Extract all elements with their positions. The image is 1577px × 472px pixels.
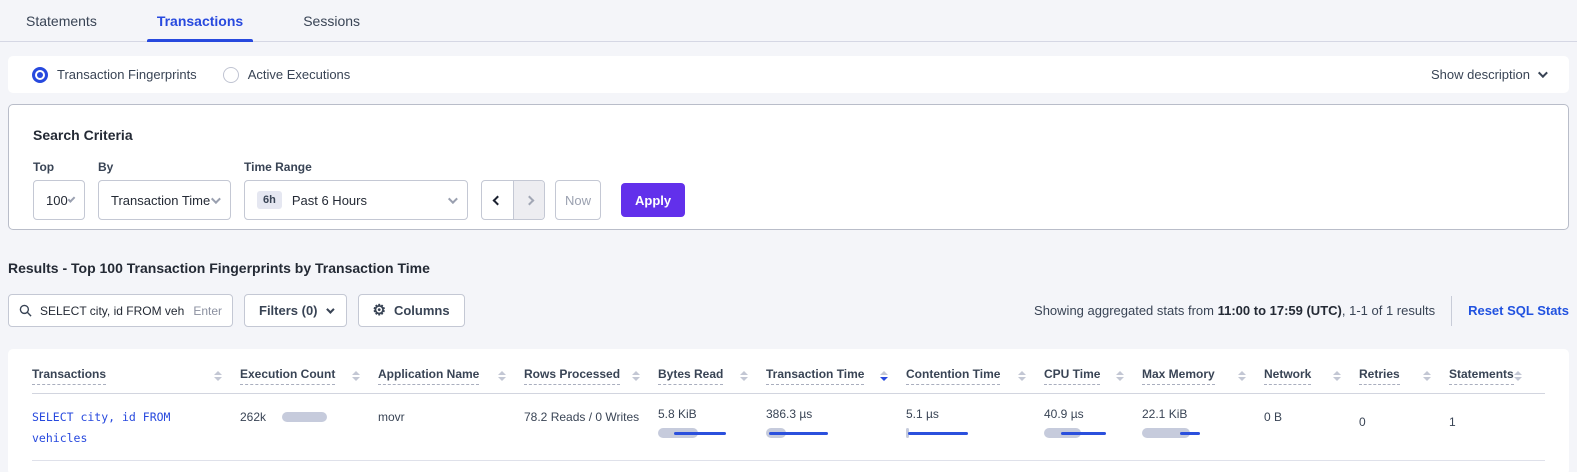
cell-application-name: movr (378, 407, 524, 424)
column-header-transaction-time: Transaction Time (766, 367, 906, 385)
time-range-prev-button[interactable] (482, 181, 513, 219)
radio-active-executions[interactable]: Active Executions (223, 67, 351, 83)
top-select-value: 100 (46, 193, 68, 208)
filters-button[interactable]: Filters (0) (244, 294, 347, 327)
search-input[interactable] (40, 304, 185, 318)
sort-icon[interactable] (352, 371, 360, 381)
sort-icon[interactable] (740, 371, 748, 381)
enter-hint: Enter (193, 304, 222, 318)
search-box[interactable]: Enter (8, 294, 233, 327)
chevron-down-icon (326, 305, 334, 313)
chevron-left-icon (493, 195, 503, 205)
search-criteria-title: Search Criteria (33, 127, 1544, 143)
sort-icon-active[interactable] (880, 371, 888, 381)
chevron-down-icon (448, 194, 458, 204)
column-header-execution-count: Execution Count (240, 367, 378, 385)
column-header-transactions: Transactions (32, 367, 240, 385)
sort-icon[interactable] (1116, 371, 1124, 381)
execution-count-bar (282, 411, 328, 423)
transactions-table-card: Transactions Execution Count Application… (8, 349, 1569, 472)
sort-icon[interactable] (1018, 371, 1026, 381)
time-range-field: Time Range 6h Past 6 Hours (244, 160, 468, 220)
radio-label: Transaction Fingerprints (57, 67, 197, 82)
by-label: By (98, 160, 231, 174)
columns-button[interactable]: ⚙ Columns (358, 294, 465, 327)
search-criteria-card: Search Criteria Top 100 By Transaction T… (8, 104, 1569, 230)
sort-icon[interactable] (1423, 371, 1431, 381)
search-criteria-controls: Top 100 By Transaction Time Time Range 6… (33, 160, 1544, 220)
table-header-row: Transactions Execution Count Application… (32, 355, 1545, 394)
time-range-next-button[interactable] (513, 181, 544, 219)
cell-cpu-time: 40.9 µs (1044, 407, 1142, 427)
divider (1451, 296, 1452, 326)
top-label: Top (33, 160, 85, 174)
column-header-cpu-time: CPU Time (1044, 367, 1142, 385)
by-select-value: Transaction Time (111, 193, 210, 208)
radio-selected-icon (32, 67, 48, 83)
sort-icon[interactable] (1333, 371, 1341, 381)
filters-label: Filters (0) (259, 303, 318, 318)
sort-icon[interactable] (498, 371, 506, 381)
table-row: SELECT city, id FROM vehicles 262k movr … (32, 394, 1545, 461)
tab-statements[interactable]: Statements (24, 3, 99, 41)
column-header-contention-time: Contention Time (906, 367, 1044, 385)
cell-transactions: SELECT city, id FROM vehicles (32, 407, 240, 448)
sql-activity-tabbar: Statements Transactions Sessions (0, 0, 1577, 42)
top-field: Top 100 (33, 160, 85, 220)
show-description-toggle[interactable]: Show description (1431, 67, 1545, 82)
stats-area: Showing aggregated stats from 11:00 to 1… (1034, 296, 1569, 326)
time-range-select[interactable]: 6h Past 6 Hours (244, 180, 468, 220)
sort-icon[interactable] (632, 371, 640, 381)
search-icon (19, 304, 32, 317)
results-controls-row: Enter Filters (0) ⚙ Columns Showing aggr… (8, 294, 1569, 327)
column-header-bytes-read: Bytes Read (658, 367, 766, 385)
cell-rows-processed: 78.2 Reads / 0 Writes (524, 407, 658, 424)
column-header-max-memory: Max Memory (1142, 367, 1264, 385)
show-description-label: Show description (1431, 67, 1530, 82)
time-range-value: Past 6 Hours (292, 193, 367, 208)
by-select[interactable]: Transaction Time (98, 180, 231, 220)
view-toggle-group: Transaction Fingerprints Active Executio… (32, 67, 350, 83)
column-header-network: Network (1264, 367, 1359, 385)
chevron-right-icon (524, 195, 534, 205)
transaction-fingerprint-link[interactable]: SELECT city, id FROM vehicles (32, 410, 170, 445)
radio-unselected-icon (223, 67, 239, 83)
aggregated-stats-text: Showing aggregated stats from 11:00 to 1… (1034, 303, 1435, 318)
cell-retries: 0 (1359, 407, 1449, 429)
results-heading: Results - Top 100 Transaction Fingerprin… (8, 260, 1569, 276)
cell-network: 0 B (1264, 407, 1359, 424)
column-header-retries: Retries (1359, 367, 1449, 385)
by-field: By Transaction Time (98, 160, 231, 220)
tab-transactions[interactable]: Transactions (155, 3, 245, 41)
chevron-down-icon (211, 194, 221, 204)
cell-transaction-time: 386.3 µs (766, 407, 906, 427)
sort-icon[interactable] (1238, 371, 1246, 381)
view-toggle-card: Transaction Fingerprints Active Executio… (8, 56, 1569, 93)
column-header-statements: Statements (1449, 367, 1537, 385)
top-select[interactable]: 100 (33, 180, 85, 220)
gear-icon: ⚙ (373, 303, 386, 318)
cell-contention-time: 5.1 µs (906, 407, 1044, 427)
columns-label: Columns (394, 303, 450, 318)
apply-button[interactable]: Apply (621, 183, 685, 217)
cell-statements: 1 (1449, 407, 1537, 429)
cell-max-memory: 22.1 KiB (1142, 407, 1264, 427)
tab-sessions[interactable]: Sessions (301, 3, 362, 41)
stats-time-range: 11:00 to 17:59 (UTC) (1218, 303, 1342, 318)
time-range-label: Time Range (244, 160, 468, 174)
reset-sql-stats-link[interactable]: Reset SQL Stats (1468, 303, 1569, 318)
sort-icon[interactable] (214, 371, 222, 381)
time-range-badge: 6h (257, 191, 282, 209)
chevron-down-icon (1538, 68, 1548, 78)
column-header-rows-processed: Rows Processed (524, 367, 658, 385)
radio-transaction-fingerprints[interactable]: Transaction Fingerprints (32, 67, 197, 83)
time-range-step-group (481, 180, 545, 220)
now-button[interactable]: Now (555, 180, 601, 220)
sort-icon[interactable] (1514, 371, 1522, 381)
cell-bytes-read: 5.8 KiB (658, 407, 766, 427)
column-header-application-name: Application Name (378, 367, 524, 385)
radio-label: Active Executions (248, 67, 351, 82)
cell-execution-count: 262k (240, 407, 378, 424)
chevron-down-icon (67, 195, 75, 203)
